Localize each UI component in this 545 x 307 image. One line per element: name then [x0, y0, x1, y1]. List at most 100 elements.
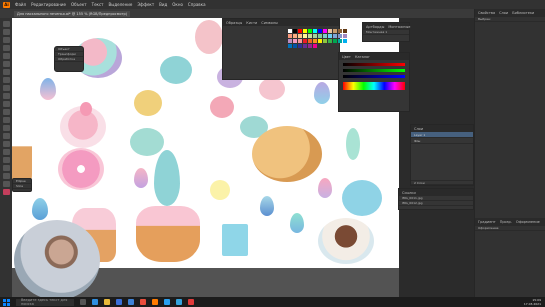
photoshop-taskbar-icon[interactable] [164, 299, 170, 305]
rotate-tool-icon[interactable] [2, 101, 10, 107]
store-icon[interactable] [116, 299, 122, 305]
color-swatch[interactable] [338, 39, 342, 43]
blend-tool-icon[interactable] [2, 157, 10, 163]
windows-start-icon[interactable] [3, 298, 10, 306]
color-swatch[interactable] [313, 39, 317, 43]
color-spectrum[interactable] [343, 82, 405, 90]
tab-links[interactable]: Ссылки [402, 191, 416, 195]
color-swatch[interactable] [343, 34, 347, 38]
color-swatch[interactable] [318, 34, 322, 38]
color-swatch[interactable] [298, 44, 302, 48]
pencil-tool-icon[interactable] [2, 85, 10, 91]
tab-symbols[interactable]: Символы [261, 21, 278, 25]
tab-layers[interactable]: Слои [414, 127, 423, 131]
color-swatch[interactable] [288, 34, 292, 38]
color-swatch[interactable] [303, 44, 307, 48]
shape-builder-tool-icon[interactable] [2, 133, 10, 139]
color-swatch[interactable] [328, 34, 332, 38]
color-swatch[interactable] [288, 29, 292, 33]
color-swatch[interactable] [293, 39, 297, 43]
menu-item-file[interactable]: Файл [15, 2, 26, 7]
taskbar-search-input[interactable]: Введите здесь текст для поиска [16, 298, 74, 306]
magic-wand-tool-icon[interactable] [2, 37, 10, 43]
hand-tool-icon[interactable] [2, 173, 10, 179]
line-tool-icon[interactable] [2, 61, 10, 67]
color-swatch[interactable] [318, 39, 322, 43]
tab-appearance[interactable]: Оформление [516, 220, 540, 224]
document-tab[interactable]: Для пасхального печенья.ai* @ 155 % (RGB… [14, 10, 131, 17]
tab-layers-dock[interactable]: Слои [499, 11, 508, 15]
gradient-tool-icon[interactable] [2, 141, 10, 147]
color-swatch[interactable] [303, 39, 307, 43]
color-swatch[interactable] [338, 29, 342, 33]
browser-icon[interactable] [92, 299, 98, 305]
menu-item-help[interactable]: Справка [188, 2, 206, 7]
telegram-icon[interactable] [176, 299, 182, 305]
color-swatch[interactable] [288, 44, 292, 48]
menu-item-select[interactable]: Выделение [108, 2, 132, 7]
tab-gradient[interactable]: Градиент [478, 220, 496, 224]
artboard-tool-icon[interactable] [2, 165, 10, 171]
color-swatch[interactable] [338, 34, 342, 38]
color-swatch[interactable] [303, 29, 307, 33]
color-swatch[interactable] [323, 34, 327, 38]
color-swatch[interactable] [313, 29, 317, 33]
color-swatch[interactable] [288, 39, 292, 43]
color-swatch[interactable] [343, 29, 347, 33]
popup-option[interactable]: Slice [13, 184, 31, 189]
color-swatch[interactable] [298, 39, 302, 43]
color-swatch[interactable] [323, 39, 327, 43]
tab-color[interactable]: Цвет [342, 55, 351, 59]
free-transform-tool-icon[interactable] [2, 125, 10, 131]
color-swatch[interactable] [323, 29, 327, 33]
eyedropper-tool-icon[interactable] [2, 149, 10, 155]
layer-row[interactable]: Фон [411, 138, 473, 144]
tab-transparency[interactable]: Прозр. [500, 220, 512, 224]
tab-artboards-alt[interactable]: Монтажные [388, 25, 410, 29]
menu-item-edit[interactable]: Редактирование [31, 2, 66, 7]
tab-libraries[interactable]: Библиотеки [512, 11, 534, 15]
color-swatch[interactable] [308, 34, 312, 38]
tab-color-guide[interactable]: Каталог [355, 55, 370, 59]
color-swatch[interactable] [343, 39, 347, 43]
tab-swatches[interactable]: Образцы [226, 21, 242, 25]
color-slider[interactable] [343, 75, 405, 78]
tab-brushes[interactable]: Кисти [246, 21, 257, 25]
menu-item-object[interactable]: Объект [71, 2, 87, 7]
mail-icon[interactable] [128, 299, 134, 305]
type-tool-icon[interactable] [2, 53, 10, 59]
chrome-icon[interactable] [140, 299, 146, 305]
menu-item-window[interactable]: Окно [172, 2, 183, 7]
artboard-item[interactable]: Монтажная 1 [363, 30, 409, 35]
color-swatch[interactable] [308, 44, 312, 48]
color-swatch[interactable] [333, 34, 337, 38]
color-swatch[interactable] [328, 39, 332, 43]
brush-tool-icon[interactable] [2, 77, 10, 83]
color-swatch[interactable] [308, 39, 312, 43]
color-swatch[interactable] [298, 29, 302, 33]
color-swatch[interactable] [293, 29, 297, 33]
color-swatch[interactable] [333, 39, 337, 43]
scale-tool-icon[interactable] [2, 109, 10, 115]
link-item[interactable]: IMG_0012.jpg [399, 201, 473, 206]
menu-item-view[interactable]: Вид [159, 2, 167, 7]
color-swatch[interactable] [308, 29, 312, 33]
color-slider[interactable] [343, 69, 405, 72]
color-swatch[interactable] [298, 34, 302, 38]
selection-tool-icon[interactable] [2, 21, 10, 27]
menu-item-type[interactable]: Текст [92, 2, 104, 7]
color-slider[interactable] [343, 63, 405, 66]
fill-color-swatch[interactable] [2, 189, 10, 195]
illustrator-taskbar-icon[interactable] [152, 299, 158, 305]
direct-selection-tool-icon[interactable] [2, 29, 10, 35]
color-swatch[interactable] [303, 34, 307, 38]
color-swatch[interactable] [293, 44, 297, 48]
menu-option[interactable]: Обработка [55, 57, 83, 62]
eraser-tool-icon[interactable] [2, 93, 10, 99]
rectangle-tool-icon[interactable] [2, 69, 10, 75]
record-icon[interactable] [188, 299, 194, 305]
pen-tool-icon[interactable] [2, 45, 10, 51]
color-swatch[interactable] [293, 34, 297, 38]
menu-item-effect[interactable]: Эффект [137, 2, 154, 7]
tab-artboards[interactable]: Артборды [366, 25, 384, 29]
